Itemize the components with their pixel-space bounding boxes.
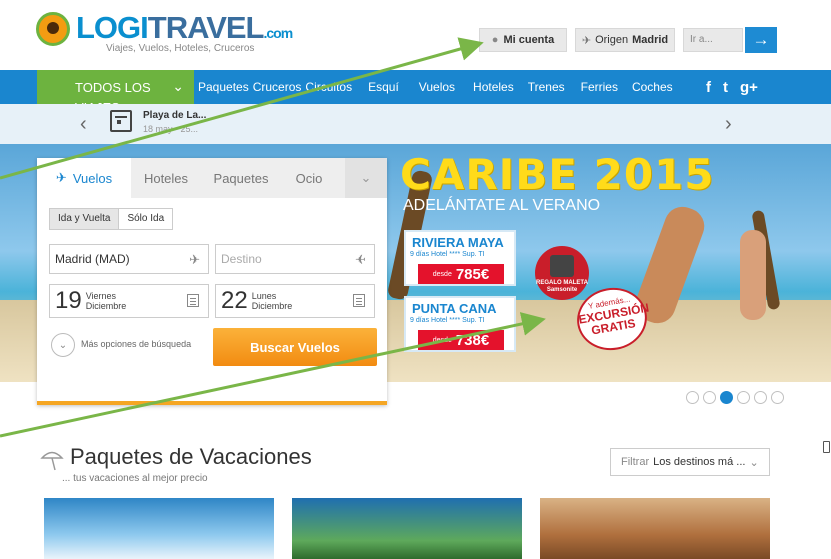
annotation-arrows [0,37,546,438]
annotation-arrow-account [0,37,484,180]
page: LOGITRAVEL.com Viajes, Vuelos, Hoteles, … [0,0,831,559]
annotation-arrow-promo [0,312,546,438]
